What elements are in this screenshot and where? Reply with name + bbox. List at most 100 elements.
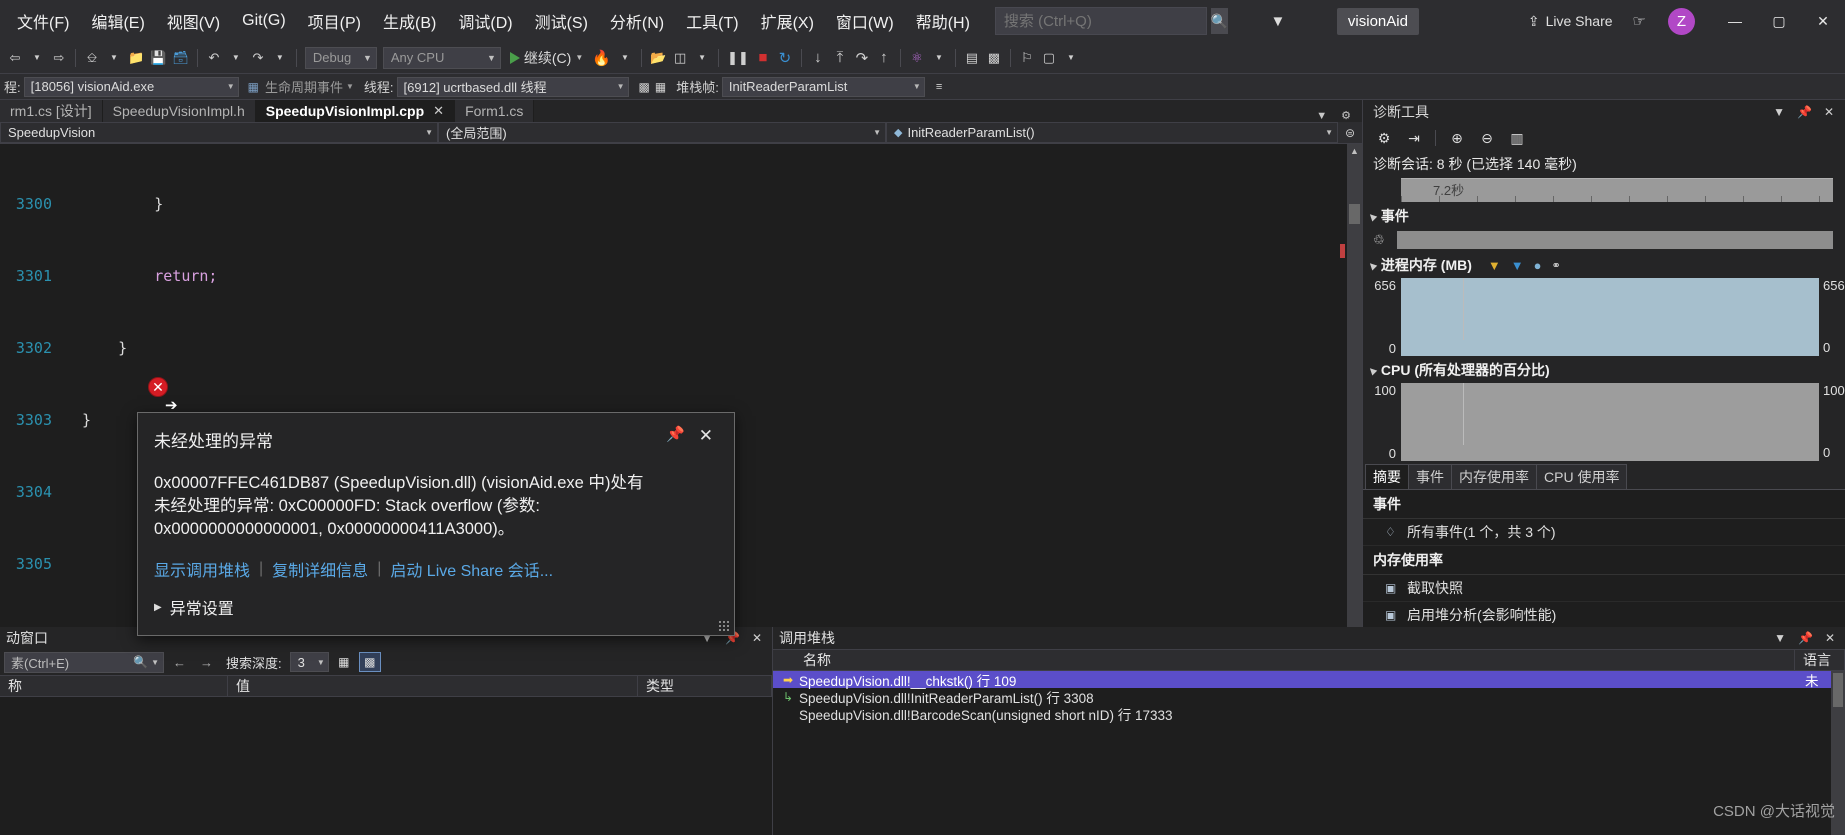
back-caret-icon[interactable]: ▼ bbox=[26, 45, 48, 71]
tab-summary[interactable]: 摘要 bbox=[1365, 464, 1409, 489]
nav-member-dropdown[interactable]: ◆ InitReaderParamList() ▼ bbox=[886, 122, 1338, 143]
gear-icon[interactable]: ⚙ bbox=[1371, 127, 1397, 149]
error-scroll-marker[interactable] bbox=[1340, 244, 1345, 258]
call-stack-rows[interactable]: ➡ SpeedupVision.dll!__chkstk() 行 109 未 ↳… bbox=[773, 671, 1845, 835]
tab-events[interactable]: 事件 bbox=[1408, 464, 1452, 489]
redo-icon[interactable]: ↷ bbox=[247, 45, 269, 71]
memory-graph[interactable]: 656 656 bbox=[1363, 278, 1845, 340]
tab-memory-usage[interactable]: 内存使用率 bbox=[1451, 464, 1537, 489]
pin-icon[interactable]: 📌 bbox=[1791, 105, 1818, 119]
menu-item-git[interactable]: Git(G) bbox=[231, 6, 297, 36]
overflow-caret-icon[interactable]: ▼ bbox=[1060, 45, 1082, 71]
zoom-in-icon[interactable]: ⊕ bbox=[1444, 127, 1470, 149]
watch-col-type[interactable]: 类型 bbox=[638, 675, 772, 697]
copy-icon[interactable]: ▩ bbox=[983, 45, 1005, 71]
thread-dropdown[interactable]: [6912] ucrtbased.dll 线程 ▼ bbox=[396, 76, 629, 97]
watch-column-icon[interactable]: ▦ bbox=[333, 652, 355, 672]
gear-icon[interactable]: ⚙ bbox=[1334, 109, 1358, 122]
navigate-forward-icon[interactable]: ⇨ bbox=[48, 45, 70, 71]
menu-item-help[interactable]: 帮助(H) bbox=[905, 3, 981, 39]
step-out-icon[interactable]: ↑ bbox=[873, 45, 895, 71]
watch-search-input[interactable]: 素(Ctrl+E) 🔍 ▼ bbox=[4, 651, 164, 673]
table-row[interactable]: ➡ SpeedupVision.dll!__chkstk() 行 109 未 bbox=[773, 671, 1845, 689]
open-file-icon[interactable]: 📁 bbox=[125, 45, 147, 71]
export-icon[interactable]: ⇥ bbox=[1401, 127, 1427, 149]
live-share-button[interactable]: ⇪ Live Share bbox=[1528, 13, 1613, 30]
arrow-right-icon[interactable]: → bbox=[195, 655, 218, 670]
close-icon[interactable]: ✕ bbox=[746, 631, 768, 645]
show-next-statement-icon[interactable]: ↓ bbox=[807, 45, 829, 71]
thread-marker-icon[interactable]: ⚛ bbox=[906, 45, 928, 71]
scroll-up-arrow-icon[interactable]: ▲ bbox=[1347, 144, 1362, 156]
nav-scope-dropdown[interactable]: (全局范围) ▼ bbox=[438, 122, 886, 143]
close-icon[interactable]: ✕ bbox=[433, 103, 444, 119]
lifecycle-label[interactable]: 生命周期事件 bbox=[265, 77, 343, 96]
split-view-icon[interactable]: ⊜ bbox=[1338, 126, 1362, 140]
undo-icon[interactable]: ↶ bbox=[203, 45, 225, 71]
hot-reload-caret-icon[interactable]: ▼ bbox=[614, 45, 636, 71]
stackframe-extra-icon[interactable]: ≡ bbox=[936, 81, 942, 93]
memory-section-header[interactable]: ◀ 进程内存 (MB) ▼ ▼ ● ⚭ bbox=[1363, 251, 1845, 278]
watch-hex-display-icon[interactable]: ▩ bbox=[358, 652, 381, 672]
search-icon[interactable]: 🔍 bbox=[1210, 8, 1229, 34]
close-icon[interactable]: ✕ bbox=[692, 427, 720, 444]
menu-item-view[interactable]: 视图(V) bbox=[156, 3, 231, 39]
tab-speedupvisionimpl-h[interactable]: SpeedupVisionImpl.h bbox=[102, 100, 256, 122]
tab-form1-designer[interactable]: rm1.cs [设计] bbox=[0, 100, 103, 122]
minimize-button[interactable]: — bbox=[1713, 0, 1757, 42]
menu-item-extensions[interactable]: 扩展(X) bbox=[750, 3, 825, 39]
watch-col-value[interactable]: 值 bbox=[228, 675, 638, 697]
table-row[interactable]: SpeedupVision.dll!BarcodeScan(unsigned s… bbox=[773, 705, 1845, 723]
menu-item-window[interactable]: 窗口(W) bbox=[825, 3, 905, 39]
chevron-down-icon[interactable]: ▼ bbox=[1309, 110, 1334, 122]
events-track[interactable]: ♲ bbox=[1363, 229, 1845, 251]
watch-rows[interactable] bbox=[0, 697, 772, 835]
redo-caret-icon[interactable]: ▼ bbox=[269, 45, 291, 71]
pin-icon[interactable]: 📌 bbox=[659, 427, 692, 442]
menu-item-file[interactable]: 文件(F) bbox=[6, 3, 80, 39]
new-item-caret-icon[interactable]: ▼ bbox=[103, 45, 125, 71]
summary-item-take-snapshot[interactable]: ▣ 截取快照 bbox=[1363, 575, 1845, 602]
chevron-down-icon[interactable]: ▼ bbox=[1768, 631, 1792, 645]
attach-process-icon[interactable]: 📂 bbox=[647, 45, 669, 71]
nav-project-dropdown[interactable]: SpeedupVision ▼ bbox=[0, 122, 438, 143]
tab-speedupvisionimpl-cpp[interactable]: SpeedupVisionImpl.cpp ✕ bbox=[255, 100, 456, 122]
stack-col-name[interactable]: 名称 bbox=[773, 649, 1795, 671]
copy-details-link[interactable]: 复制详细信息 bbox=[272, 557, 368, 581]
close-icon[interactable]: ✕ bbox=[1819, 631, 1841, 645]
menu-item-tools[interactable]: 工具(T) bbox=[675, 3, 749, 39]
lifecycle-icon[interactable]: ▦ bbox=[248, 80, 259, 94]
tab-form1-cs[interactable]: Form1.cs bbox=[455, 100, 535, 122]
close-icon[interactable]: ✕ bbox=[1818, 105, 1840, 119]
restart-debug-icon[interactable]: ↻ bbox=[774, 45, 796, 71]
cpu-graph[interactable]: 100 100 bbox=[1363, 383, 1845, 445]
step-into-icon[interactable]: ⤒ bbox=[829, 45, 851, 71]
navigate-back-icon[interactable]: ⇦ bbox=[4, 45, 26, 71]
exception-popup[interactable]: 未经处理的异常 📌 ✕ 0x00007FFEC461DB87 (SpeedupV… bbox=[137, 412, 735, 636]
avatar[interactable]: Z bbox=[1668, 7, 1695, 35]
stack-col-language[interactable]: 语言 bbox=[1795, 649, 1845, 671]
save-all-icon[interactable]: 🗃 bbox=[169, 45, 192, 71]
feedback-icon[interactable]: ☞ bbox=[1633, 12, 1646, 30]
chevron-down-icon[interactable]: ▼ bbox=[151, 658, 159, 667]
process-dropdown[interactable]: [18056] visionAid.exe ▼ bbox=[23, 76, 239, 97]
diagnostic-timeline[interactable]: 7.2秒 bbox=[1363, 178, 1833, 202]
menu-item-build[interactable]: 生成(B) bbox=[372, 3, 447, 39]
stop-debug-icon[interactable]: ■ bbox=[752, 45, 774, 71]
menu-item-edit[interactable]: 编辑(E) bbox=[80, 3, 155, 39]
chevron-down-icon[interactable]: ▼ bbox=[1767, 105, 1791, 119]
tab-cpu-usage[interactable]: CPU 使用率 bbox=[1536, 464, 1628, 489]
breakpoint-caret-icon[interactable]: ▼ bbox=[691, 45, 713, 71]
undo-caret-icon[interactable]: ▼ bbox=[225, 45, 247, 71]
cpu-section-header[interactable]: ◀ CPU (所有处理器的百分比) bbox=[1363, 356, 1845, 383]
menu-item-project[interactable]: 项目(P) bbox=[297, 3, 372, 39]
stackframe-dropdown[interactable]: InitReaderParamList ▼ bbox=[721, 76, 925, 97]
search-depth-dropdown[interactable]: 3 ▼ bbox=[289, 652, 329, 672]
breakpoint-settings-icon[interactable]: ◫ bbox=[669, 45, 691, 71]
step-over-icon[interactable]: ↷ bbox=[851, 45, 873, 71]
start-live-share-link[interactable]: 启动 Live Share 会话... bbox=[390, 557, 553, 581]
flag-threads-icon[interactable]: ▦ bbox=[655, 80, 666, 94]
events-section-header[interactable]: ◀ 事件 bbox=[1363, 202, 1845, 229]
exception-settings-toggle[interactable]: ▶ 异常设置 bbox=[138, 581, 734, 635]
menu-item-test[interactable]: 测试(S) bbox=[524, 3, 599, 39]
